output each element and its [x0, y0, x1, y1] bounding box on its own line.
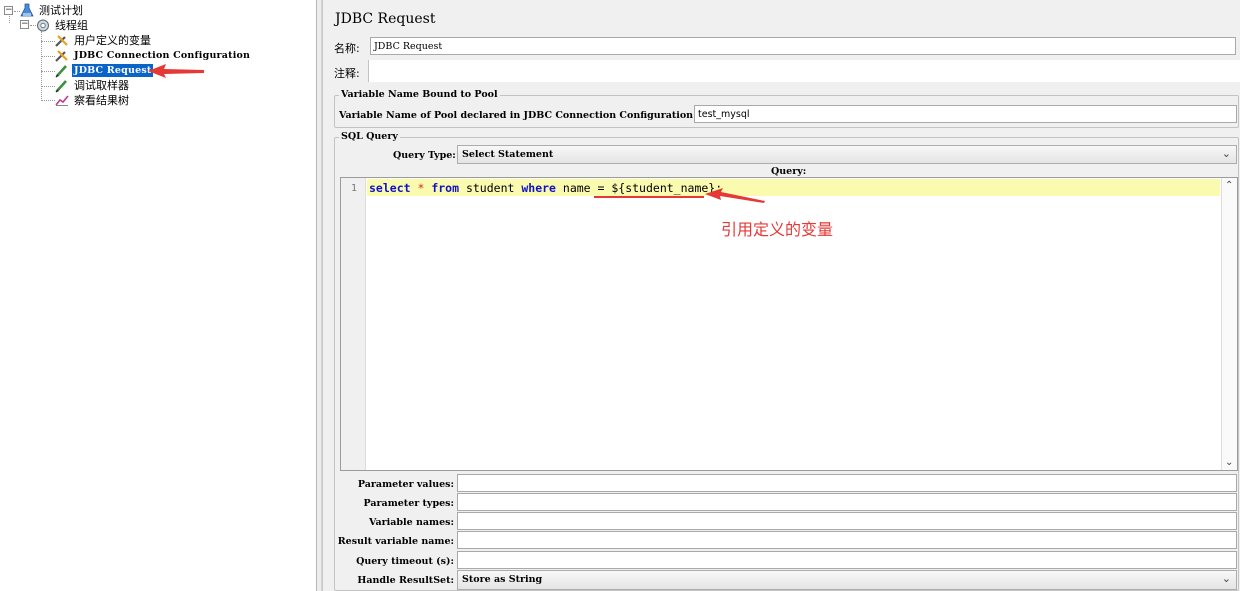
condition: name =	[555, 181, 612, 195]
query-type-value: Select Statement	[462, 149, 554, 160]
tree-label: 测试计划	[39, 4, 83, 17]
tree-label: 察看结果树	[74, 94, 129, 107]
tree-connector	[41, 56, 55, 57]
handle-resultset-dropdown[interactable]: Store as String ⌄	[457, 570, 1237, 590]
query-type-dropdown[interactable]: Select Statement ⌄	[457, 145, 1237, 164]
table-name: student	[459, 181, 522, 195]
result-variable-name-label: Result variable name:	[337, 536, 454, 547]
parameter-values-field[interactable]	[457, 474, 1237, 492]
tree-connector	[9, 14, 10, 23]
result-variable-name-field[interactable]	[457, 531, 1237, 549]
annotation-text: 引用定义的变量	[721, 220, 834, 239]
variable-names-label: Variable names:	[368, 517, 454, 528]
query-type-label: Query Type:	[393, 150, 456, 161]
pool-variable-label: Variable Name of Pool declared in JDBC C…	[339, 110, 697, 121]
tree-label: 用户定义的变量	[74, 34, 151, 47]
pool-group-title: Variable Name Bound to Pool	[339, 89, 500, 100]
editor-scrollbar[interactable]: ⌃ ⌄	[1221, 178, 1237, 470]
handle-resultset-label: Handle ResultSet:	[357, 575, 454, 586]
scroll-up-icon[interactable]: ⌃	[1225, 180, 1233, 191]
tree-connector	[41, 71, 55, 72]
wrench-icon	[54, 48, 70, 63]
line-gutter: 1	[341, 178, 366, 470]
tree-node-user-defined-variables[interactable]: 用户定义的变量	[54, 33, 153, 48]
scroll-down-icon[interactable]: ⌄	[1225, 457, 1233, 468]
name-label: 名称:	[334, 42, 360, 55]
parameter-values-label: Parameter values:	[357, 479, 454, 490]
tree-label: JDBC Connection Configuration	[74, 50, 251, 61]
tree-node-debug-sampler[interactable]: 调试取样器	[54, 78, 131, 93]
test-plan-tree: − 测试计划 − 线程组 用户定义的变量 JDBC Connection Con…	[0, 0, 316, 591]
keyword-where: where	[521, 181, 556, 195]
panel-title: JDBC Request	[335, 11, 436, 27]
chevron-down-icon: ⌄	[1221, 147, 1231, 160]
gear-icon	[35, 18, 51, 33]
tree-connector	[41, 86, 55, 87]
operator-star: *	[410, 181, 432, 195]
name-field[interactable]: JDBC Request	[370, 37, 1236, 55]
jdbc-request-panel: JDBC Request 名称: JDBC Request 注释: Variab…	[322, 0, 1240, 591]
line-number: 1	[350, 183, 357, 194]
tree-label: JDBC Request	[72, 64, 154, 77]
tree-node-jdbc-connection-configuration[interactable]: JDBC Connection Configuration	[54, 48, 252, 63]
tree-node-thread-group[interactable]: 线程组	[35, 18, 90, 33]
sql-code: select * from student where name = ${stu…	[369, 181, 722, 195]
chevron-down-icon: ⌄	[1221, 572, 1231, 585]
pencil-icon	[54, 78, 70, 93]
sql-query-group-title: SQL Query	[339, 131, 400, 142]
handle-resultset-value: Store as String	[462, 574, 543, 585]
parameter-types-label: Parameter types:	[363, 498, 455, 509]
keyword-from: from	[431, 181, 460, 195]
collapse-test-plan-toggle[interactable]: −	[4, 6, 13, 15]
variable-names-field[interactable]	[457, 512, 1237, 530]
tree-node-test-plan[interactable]: 测试计划	[19, 3, 85, 18]
query-timeout-field[interactable]	[457, 551, 1237, 569]
flask-icon	[19, 3, 35, 18]
comments-label: 注释:	[334, 67, 360, 80]
sql-editor[interactable]: 1 select * from student where name = ${s…	[340, 177, 1238, 471]
tree-node-view-results-tree[interactable]: 察看结果树	[54, 93, 131, 108]
comments-field[interactable]	[368, 60, 1240, 82]
chart-icon	[54, 93, 70, 108]
wrench-icon	[54, 33, 70, 48]
tree-connector	[41, 100, 55, 101]
tree-label: 调试取样器	[74, 79, 129, 92]
tree-connector	[41, 41, 55, 42]
query-timeout-label: Query timeout (s):	[356, 556, 454, 567]
query-label: Query:	[771, 166, 807, 177]
annotation-arrow	[705, 188, 765, 203]
tree-node-jdbc-request[interactable]: JDBC Request	[54, 63, 154, 78]
collapse-thread-group-toggle[interactable]: −	[20, 20, 29, 29]
tree-label: 线程组	[55, 19, 88, 32]
keyword-select: select	[369, 181, 411, 195]
parameter-types-field[interactable]	[457, 493, 1237, 511]
variable-underline	[594, 196, 704, 198]
pencil-icon	[54, 63, 70, 78]
annotation-arrow	[148, 64, 204, 78]
pool-variable-field[interactable]: test_mysql	[694, 105, 1237, 123]
